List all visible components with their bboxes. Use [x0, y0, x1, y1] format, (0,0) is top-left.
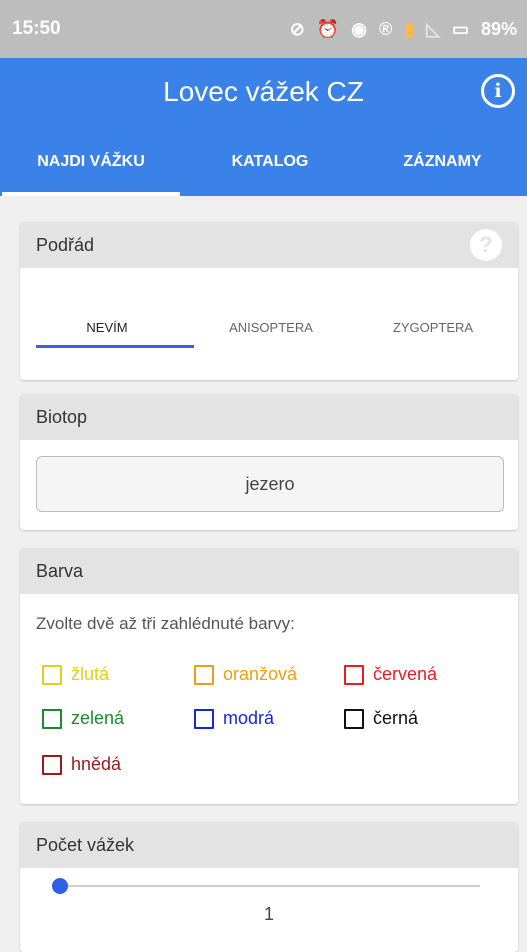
count-card: Počet vážek 1: [20, 822, 518, 952]
biotop-card: Biotop jezero: [20, 394, 518, 530]
help-icon[interactable]: ?: [470, 229, 502, 261]
app-bar: Lovec vážek CZ i NAJDI VÁŽKU KATALOG ZÁZ…: [0, 58, 527, 196]
count-slider-track[interactable]: [60, 885, 480, 887]
checkbox[interactable]: [194, 664, 214, 685]
color-option-cerna[interactable]: černá: [344, 708, 418, 729]
suborder-title: Podřád: [36, 234, 95, 255]
color-title: Barva: [36, 560, 84, 581]
color-label: oranžová: [223, 664, 298, 684]
info-icon[interactable]: i: [481, 74, 515, 108]
color-instruction: Zvolte dvě až tři zahlédnuté barvy:: [36, 614, 295, 633]
color-option-modra[interactable]: modrá: [194, 708, 274, 729]
tab-najdi-vazku[interactable]: NAJDI VÁŽKU: [0, 138, 182, 196]
battery-level: 89%: [480, 18, 517, 39]
app-title: Lovec vážek CZ: [163, 76, 364, 107]
main-tabs: NAJDI VÁŽKU KATALOG ZÁZNAMY: [0, 138, 527, 196]
color-option-hneda[interactable]: hnědá: [42, 754, 121, 775]
suborder-header: Podřád ?: [20, 222, 518, 268]
color-label: modrá: [223, 708, 275, 728]
checkbox[interactable]: [42, 708, 62, 729]
status-bar: 15:50 ⊘ ⏰ ◉ ® ▮ ◺ ▭ 89%: [0, 0, 527, 58]
checkbox[interactable]: [344, 708, 364, 729]
status-icons: ⊘ ⏰ ◉ ® ▮ ◺ ▭ 89%: [290, 19, 517, 40]
biotop-title: Biotop: [36, 406, 88, 427]
registered-icon: ®: [378, 18, 393, 39]
hotspot-icon: ◉: [351, 18, 367, 39]
signal-icon: ▮: [404, 18, 415, 39]
count-slider-thumb[interactable]: [52, 878, 68, 894]
suborder-option-zygoptera[interactable]: ZYGOPTERA: [348, 268, 518, 364]
biotop-select-button[interactable]: jezero: [36, 456, 504, 512]
signal-x-icon: ◺: [426, 18, 440, 39]
suborder-card: Podřád ? NEVÍM ANISOPTERA ZYGOPTERA: [20, 222, 518, 380]
color-option-zluta[interactable]: žlutá: [42, 664, 109, 685]
color-header: Barva: [20, 548, 518, 594]
checkbox[interactable]: [42, 664, 62, 685]
biotop-header: Biotop: [20, 394, 518, 440]
tab-katalog[interactable]: KATALOG: [182, 138, 358, 196]
alarm-icon: ⏰: [316, 18, 340, 39]
count-title: Počet vážek: [36, 834, 135, 855]
tab-zaznamy[interactable]: ZÁZNAMY: [358, 138, 527, 196]
count-header: Počet vážek: [20, 822, 518, 868]
suborder-option-nevim[interactable]: NEVÍM: [20, 268, 194, 364]
suborder-options: NEVÍM ANISOPTERA ZYGOPTERA: [20, 268, 518, 364]
color-option-oranzova[interactable]: oranžová: [194, 664, 297, 685]
no-gps-icon: ⊘: [289, 18, 305, 39]
color-label: hnědá: [71, 754, 122, 774]
color-card: Barva Zvolte dvě až tři zahlédnuté barvy…: [20, 548, 518, 804]
battery-icon: ▭: [451, 18, 469, 39]
checkbox[interactable]: [42, 754, 62, 775]
checkbox[interactable]: [344, 664, 364, 685]
color-label: černá: [373, 708, 419, 728]
color-label: červená: [373, 664, 438, 684]
color-option-zelena[interactable]: zelená: [42, 708, 124, 729]
status-time: 15:50: [12, 18, 61, 39]
suborder-option-anisoptera[interactable]: ANISOPTERA: [194, 268, 348, 364]
color-option-cervena[interactable]: červená: [344, 664, 437, 685]
checkbox[interactable]: [194, 708, 214, 729]
count-value: 1: [263, 904, 274, 924]
color-label: zelená: [71, 708, 125, 728]
color-label: žlutá: [71, 664, 110, 684]
